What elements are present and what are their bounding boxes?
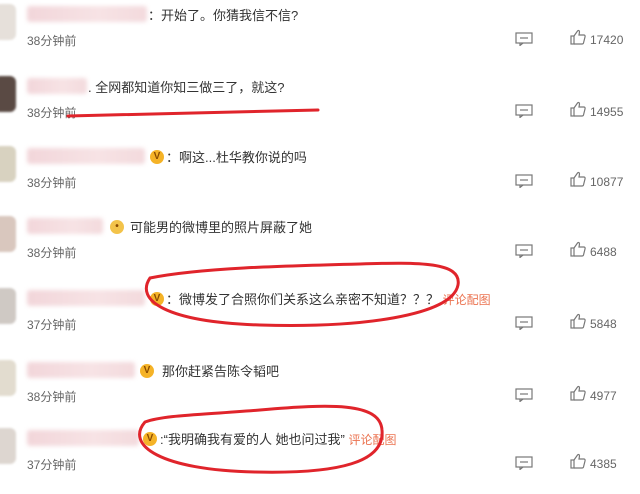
thumbs-up-icon[interactable] (570, 171, 586, 187)
comment-item: V ：微博发了合照你们关系这么亲密不知道？？？ 评论配图 37分钟前 5848 (0, 284, 640, 354)
like-count: 10877 (590, 175, 624, 189)
comment-item: V 那你赶紧告陈令韬吧 38分钟前 4977 (0, 356, 640, 426)
comment-item: . 全网都知道你知三做三了，就这? 38分钟前 14955 (0, 72, 640, 142)
username-blurred[interactable] (27, 148, 145, 164)
avatar[interactable] (0, 146, 16, 182)
vip-badge-icon: V (140, 364, 154, 378)
vip-badge-icon: V (143, 432, 157, 446)
comment-text: :“我明确我有爱的人 她也问过我” 评论配图 (160, 432, 397, 447)
comment-icon[interactable] (515, 456, 533, 470)
username-blurred[interactable] (27, 362, 135, 378)
timestamp: 37分钟前 (27, 318, 77, 332)
like-count: 17420 (590, 33, 624, 47)
thumbs-up-icon[interactable] (570, 385, 586, 401)
timestamp: 38分钟前 (27, 390, 77, 404)
comment-text: ：微博发了合照你们关系这么亲密不知道？？？ 评论配图 (166, 292, 491, 307)
vip-badge-icon: V (150, 292, 164, 306)
thumbs-up-icon[interactable] (570, 101, 586, 117)
username-blurred[interactable] (27, 218, 103, 234)
dog-emoji-icon: • (110, 220, 124, 234)
thumbs-up-icon[interactable] (570, 313, 586, 329)
avatar[interactable] (0, 4, 16, 40)
comment-text: ：啊这...杜华教你说的吗 (166, 150, 307, 165)
vip-badge-icon: V (150, 150, 164, 164)
comment-item: • 可能男的微博里的照片屏蔽了她 38分钟前 6488 (0, 212, 640, 282)
comment-photo-link[interactable]: 评论配图 (349, 433, 397, 447)
avatar[interactable] (0, 428, 16, 464)
comment-icon[interactable] (515, 174, 533, 188)
comment-icon[interactable] (515, 316, 533, 330)
comment-item: V ：啊这...杜华教你说的吗 38分钟前 10877 (0, 142, 640, 212)
timestamp: 38分钟前 (27, 176, 77, 190)
avatar[interactable] (0, 360, 16, 396)
comment-icon[interactable] (515, 388, 533, 402)
username-blurred[interactable] (27, 290, 145, 306)
like-count: 6488 (590, 245, 617, 259)
like-count: 4385 (590, 457, 617, 471)
comment-photo-link[interactable]: 评论配图 (443, 293, 491, 307)
comment-icon[interactable] (515, 104, 533, 118)
timestamp: 38分钟前 (27, 246, 77, 260)
comment-icon[interactable] (515, 244, 533, 258)
username-blurred[interactable] (27, 78, 87, 94)
avatar[interactable] (0, 288, 16, 324)
like-count: 5848 (590, 317, 617, 331)
thumbs-up-icon[interactable] (570, 453, 586, 469)
thumbs-up-icon[interactable] (570, 241, 586, 257)
thumbs-up-icon[interactable] (570, 29, 586, 45)
like-count: 14955 (590, 105, 624, 119)
timestamp: 38分钟前 (27, 106, 77, 120)
comment-text: 那你赶紧告陈令韬吧 (162, 364, 280, 379)
comment-icon[interactable] (515, 32, 533, 46)
comment-item: ：开始了。你猜我信不信? 38分钟前 17420 (0, 0, 640, 70)
timestamp: 38分钟前 (27, 34, 77, 48)
username-blurred[interactable] (27, 430, 139, 446)
timestamp: 37分钟前 (27, 458, 77, 472)
like-count: 4977 (590, 389, 617, 403)
comment-text: 可能男的微博里的照片屏蔽了她 (130, 220, 313, 235)
comment-text: ：开始了。你猜我信不信? (148, 8, 299, 23)
avatar[interactable] (0, 76, 16, 112)
comment-item: V :“我明确我有爱的人 她也问过我” 评论配图 37分钟前 4385 (0, 424, 640, 494)
comment-text: . 全网都知道你知三做三了，就这? (88, 80, 285, 95)
avatar[interactable] (0, 216, 16, 252)
username-blurred[interactable] (27, 6, 147, 22)
